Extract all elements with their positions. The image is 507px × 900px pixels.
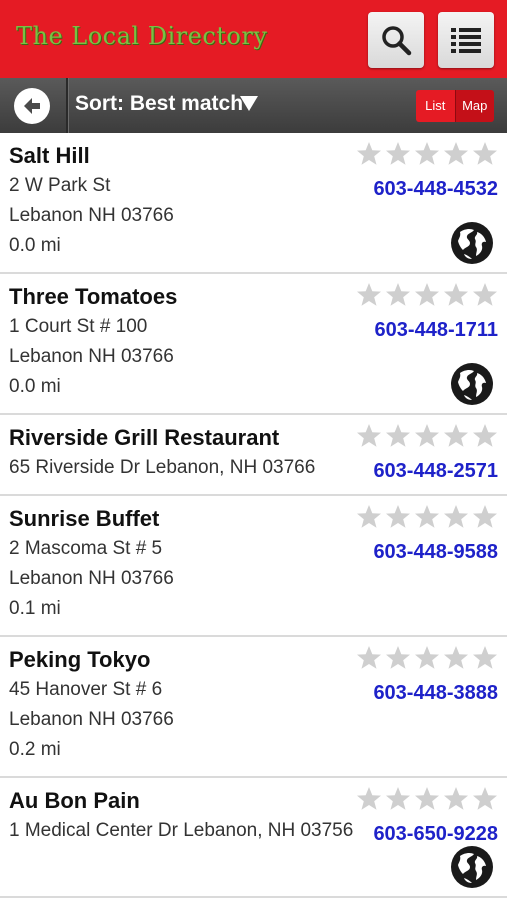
listing-row[interactable]: Three Tomatoes 1 Court St # 100 Lebanon NH…	[0, 274, 507, 415]
star-rating[interactable]	[356, 423, 498, 449]
listing-address-line: Lebanon NH 03766	[9, 346, 174, 367]
star-icon	[473, 646, 497, 669]
back-button[interactable]	[14, 88, 50, 124]
listing-row[interactable]: Salt Hill 2 W Park St Lebanon NH 03766 0.0 …	[0, 133, 507, 274]
listing-name[interactable]: Three Tomatoes	[9, 284, 177, 310]
listing-address-line: Lebanon NH 03766	[9, 568, 174, 589]
list-view-button[interactable]: List	[416, 90, 455, 122]
listing-address-line: 65 Riverside Dr Lebanon, NH 03766	[9, 457, 316, 478]
divider	[66, 78, 68, 133]
listing-address-line: 2 W Park St	[9, 175, 111, 196]
star-icon	[473, 142, 497, 165]
phone-link[interactable]: 603-448-9588	[373, 541, 498, 564]
listing-address-line: Lebanon NH 03766	[9, 205, 174, 226]
listing-address-line: 2 Mascoma St # 5	[9, 538, 163, 559]
back-arrow-icon	[24, 98, 40, 114]
star-rating[interactable]	[356, 786, 498, 812]
listing-row[interactable]: Peking Tokyo 45 Hanover St # 6 Lebanon NH …	[0, 637, 507, 778]
star-icon	[444, 505, 468, 528]
listing-name[interactable]: Salt Hill	[9, 143, 90, 169]
star-icon	[357, 142, 381, 165]
star-icon	[386, 646, 410, 669]
star-icon	[415, 646, 439, 669]
star-icon	[386, 787, 410, 810]
listing-address-line: 1 Court St # 100	[9, 316, 148, 337]
star-icon	[415, 787, 439, 810]
star-icon	[473, 424, 497, 447]
star-icon	[386, 424, 410, 447]
star-icon	[444, 424, 468, 447]
listing-name[interactable]: Riverside Grill Restaurant	[9, 425, 279, 451]
star-icon	[444, 646, 468, 669]
listing-name[interactable]: Au Bon Pain	[9, 788, 140, 814]
star-icon	[357, 646, 381, 669]
star-icon	[357, 787, 381, 810]
star-icon	[415, 142, 439, 165]
listing-distance: 0.0 mi	[9, 376, 61, 397]
listing-row[interactable]: Au Bon Pain 1 Medical Center Dr Lebanon, …	[0, 778, 507, 898]
dropdown-arrow-icon[interactable]	[240, 96, 258, 111]
listing-name[interactable]: Peking Tokyo	[9, 647, 150, 673]
listing-address-line: Lebanon NH 03766	[9, 709, 174, 730]
star-icon	[473, 787, 497, 810]
globe-website-icon[interactable]	[450, 362, 494, 406]
listing-distance: 0.1 mi	[9, 598, 61, 619]
phone-link[interactable]: 603-650-9228	[373, 823, 498, 846]
globe-website-icon[interactable]	[450, 221, 494, 265]
app-header: The Local Directory	[0, 0, 507, 78]
star-icon	[444, 142, 468, 165]
sort-dropdown-label[interactable]: Sort: Best match	[75, 92, 243, 116]
star-icon	[386, 142, 410, 165]
star-rating[interactable]	[356, 141, 498, 167]
star-icon	[386, 283, 410, 306]
star-icon	[357, 505, 381, 528]
app-title: The Local Directory	[16, 22, 268, 50]
listing-row[interactable]: Sunrise Buffet 2 Mascoma St # 5 Lebanon NH…	[0, 496, 507, 637]
search-button[interactable]	[368, 12, 424, 68]
star-icon	[473, 505, 497, 528]
phone-link[interactable]: 603-448-2571	[373, 460, 498, 483]
star-icon	[444, 787, 468, 810]
star-icon	[444, 283, 468, 306]
map-view-button[interactable]: Map	[454, 90, 494, 122]
globe-website-icon[interactable]	[450, 845, 494, 889]
listing-distance: 0.0 mi	[9, 235, 61, 256]
phone-link[interactable]: 603-448-1711	[375, 319, 498, 342]
list-map-toggle: List Map	[416, 90, 494, 122]
phone-link[interactable]: 603-448-3888	[373, 682, 498, 705]
search-icon	[382, 26, 412, 56]
star-icon	[415, 283, 439, 306]
listing-address-line: 1 Medical Center Dr Lebanon, NH 03756	[9, 820, 354, 841]
star-icon	[357, 283, 381, 306]
star-rating[interactable]	[356, 645, 498, 671]
listing-row[interactable]: Riverside Grill Restaurant 65 Riverside D…	[0, 415, 507, 496]
listing-name[interactable]: Sunrise Buffet	[9, 506, 159, 532]
listing-distance: 0.2 mi	[9, 739, 61, 760]
star-icon	[473, 283, 497, 306]
listing-address-line: 45 Hanover St # 6	[9, 679, 163, 700]
star-rating[interactable]	[356, 504, 498, 530]
list-menu-button[interactable]	[438, 12, 494, 68]
star-icon	[386, 505, 410, 528]
star-rating[interactable]	[356, 282, 498, 308]
sort-bar: Sort: Best match List Map	[0, 78, 507, 133]
phone-link[interactable]: 603-448-4532	[373, 178, 498, 201]
star-icon	[415, 505, 439, 528]
list-icon	[451, 28, 481, 53]
star-icon	[357, 424, 381, 447]
star-icon	[415, 424, 439, 447]
